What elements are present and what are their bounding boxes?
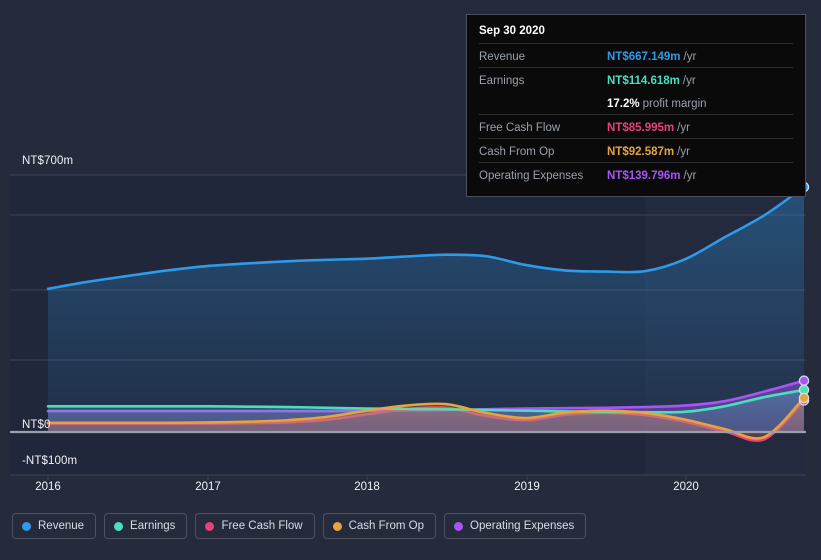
tooltip-row-unit: profit margin [642, 97, 707, 110]
tooltip-row: Operating Expenses NT$139.796m/yr [479, 162, 793, 186]
tooltip-row-value: NT$139.796m [607, 169, 681, 182]
legend-item-cash-from-op[interactable]: Cash From Op [322, 513, 437, 539]
legend-item-label: Revenue [38, 520, 85, 532]
tooltip-row-value-wrap: NT$667.149m/yr [607, 47, 696, 65]
legend-item-operating-expenses[interactable]: Operating Expenses [444, 513, 587, 539]
tooltip-row-value-wrap: NT$85.995m/yr [607, 118, 690, 136]
tooltip-row-value: NT$92.587m [607, 145, 675, 158]
x-axis-label-2019: 2019 [514, 481, 540, 493]
tooltip-row-value: NT$667.149m [607, 50, 681, 63]
chart-page: NT$700m NT$0 -NT$100m 2016 2017 2018 201… [0, 0, 821, 560]
legend-item-label: Earnings [130, 520, 176, 532]
tooltip-row-unit: /yr [682, 74, 696, 87]
tooltip-row: Revenue NT$667.149m/yr [479, 43, 793, 67]
legend-item-earnings[interactable]: Earnings [104, 513, 188, 539]
y-axis-label-zero: NT$0 [22, 419, 51, 431]
x-axis-label-2020: 2020 [673, 481, 699, 493]
tooltip-row-label: Earnings [479, 74, 525, 87]
tooltip-row-unit: /yr [677, 145, 690, 158]
legend-item-label: Operating Expenses [470, 520, 575, 532]
tooltip-row-value-wrap: NT$139.796m/yr [607, 166, 696, 184]
tooltip-row: Free Cash Flow NT$85.995m/yr [479, 114, 793, 138]
x-axis-label-2018: 2018 [354, 481, 380, 493]
legend-item-label: Cash From Op [348, 520, 425, 532]
tooltip-row: 17.2% profit margin [479, 91, 793, 114]
legend-item-revenue[interactable]: Revenue [12, 513, 97, 539]
tooltip-row-label: Cash From Op [479, 145, 555, 158]
chart-tooltip: Sep 30 2020 Revenue NT$667.149m/yr Earning… [466, 14, 806, 197]
legend-color-dot-icon [22, 521, 31, 531]
y-axis-label-700m: NT$700m [22, 155, 74, 167]
tooltip-row-value-wrap: NT$114.618m/yr [607, 71, 696, 89]
legend-item-label: Free Cash Flow [221, 520, 303, 532]
tooltip-row-unit: /yr [677, 121, 690, 134]
tooltip-rows: Revenue NT$667.149m/yr Earnings NT$114.618m… [479, 43, 793, 186]
tooltip-row-label: Operating Expenses [479, 169, 584, 182]
legend-color-dot-icon [332, 521, 342, 531]
tooltip-row-unit: /yr [683, 169, 697, 182]
tooltip-row: Earnings NT$114.618m/yr [479, 67, 793, 91]
legend-item-free-cash-flow[interactable]: Free Cash Flow [195, 513, 315, 539]
x-axis-label-2017: 2017 [195, 481, 221, 493]
tooltip-row-value-wrap: 17.2% profit margin [607, 94, 707, 112]
tooltip-row-label: Free Cash Flow [479, 121, 561, 134]
legend-color-dot-icon [205, 521, 215, 531]
y-axis-label-neg100m: -NT$100m [22, 455, 78, 467]
x-axis-label-2016: 2016 [35, 481, 61, 493]
chart-legend: Revenue Earnings Free Cash Flow Cash From O… [12, 513, 587, 539]
tooltip-row-value: NT$114.618m [607, 74, 680, 87]
tooltip-row-value: 17.2% [607, 97, 640, 110]
tooltip-row-value: NT$85.995m [607, 121, 675, 134]
tooltip-date: Sep 30 2020 [479, 25, 545, 37]
tooltip-row-label: Revenue [479, 50, 526, 63]
tooltip-row-value-wrap: NT$92.587m/yr [607, 142, 690, 160]
legend-color-dot-icon [114, 521, 124, 531]
tooltip-row: Cash From Op NT$92.587m/yr [479, 138, 793, 162]
tooltip-row-unit: /yr [683, 50, 697, 63]
legend-color-dot-icon [454, 521, 464, 531]
